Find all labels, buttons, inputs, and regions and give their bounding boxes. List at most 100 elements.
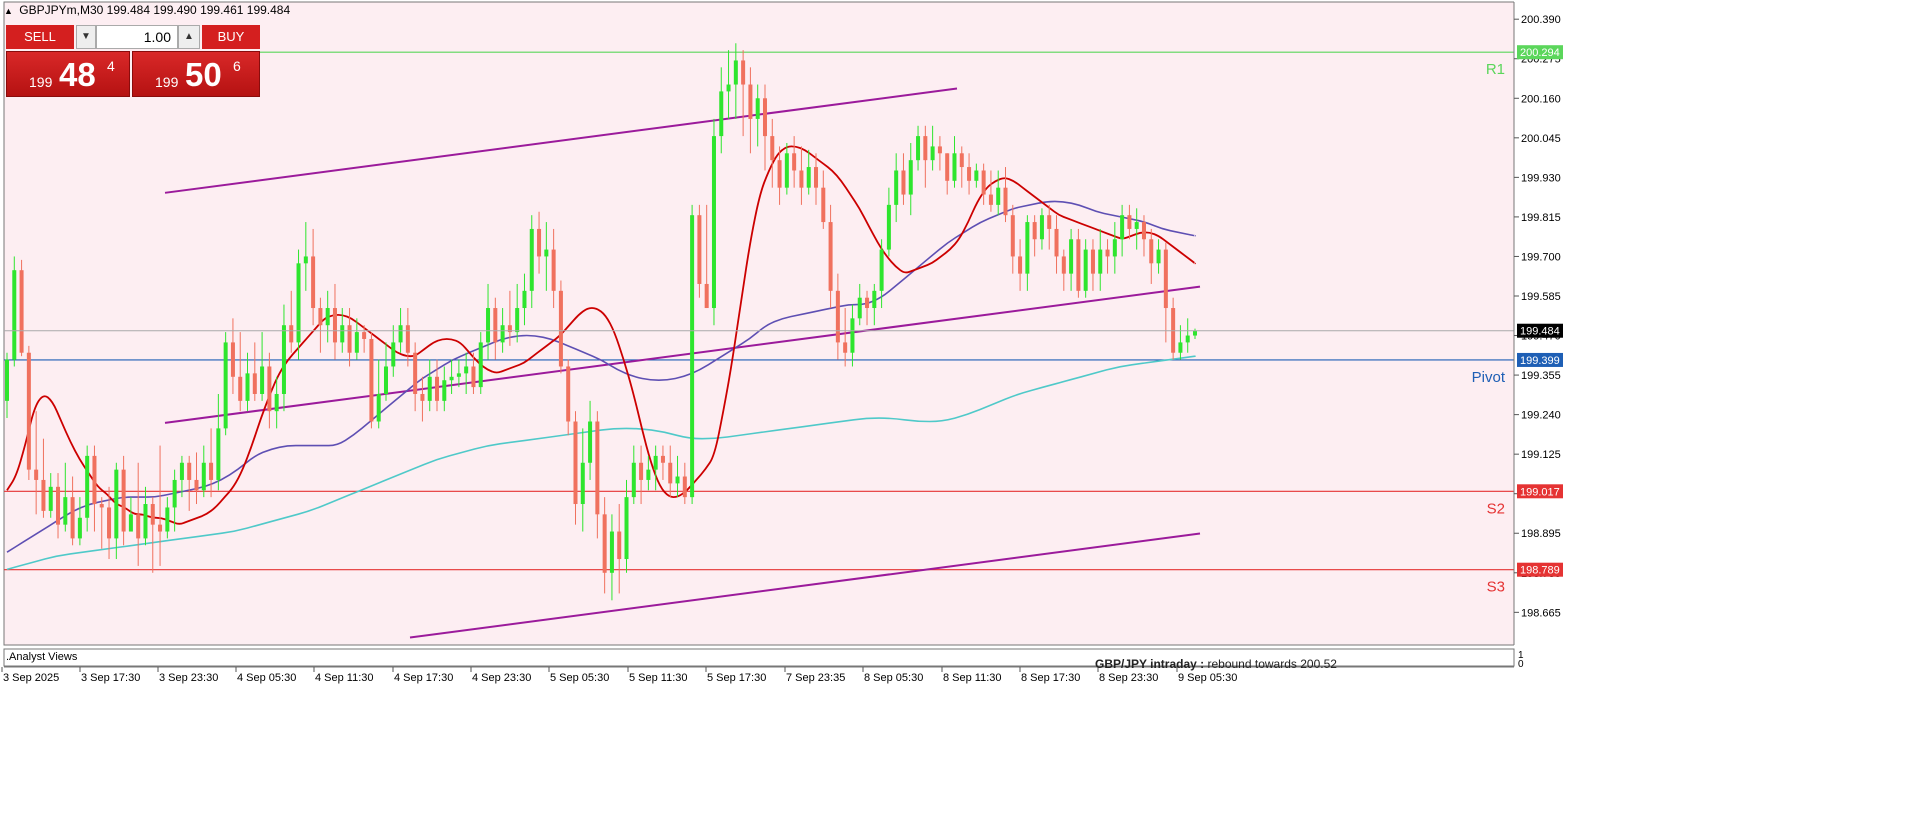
candle-body: [63, 497, 68, 525]
candle-body: [1010, 215, 1015, 257]
candle-body: [165, 507, 170, 532]
candle-body: [879, 249, 884, 291]
price-tick-label: 199.125: [1521, 449, 1561, 461]
candle-body: [85, 455, 90, 518]
candle-body: [1112, 239, 1117, 257]
candle-body: [799, 170, 804, 188]
candle-body: [1083, 249, 1088, 291]
price-tick-label: 199.930: [1521, 172, 1561, 184]
level-price-label: 199.399: [1520, 355, 1560, 367]
candle-body: [865, 297, 870, 309]
time-tick-label: 4 Sep 11:30: [315, 672, 374, 684]
candle-body: [1185, 335, 1190, 343]
lot-increase-icon[interactable]: ▲: [178, 25, 200, 49]
candle-body: [114, 469, 119, 539]
candle-body: [435, 376, 440, 401]
candle-body: [930, 146, 935, 161]
candle-body: [1047, 215, 1052, 229]
sell-price-pips: 48: [59, 56, 96, 93]
price-tick-label: 200.160: [1521, 93, 1561, 105]
level-name-r1: R1: [1486, 61, 1505, 78]
candle-body: [107, 507, 112, 539]
candle-body: [682, 476, 687, 498]
candle-body: [289, 325, 294, 343]
candle-body: [12, 270, 17, 360]
symbol-timeframe: GBPJPYm,M30: [19, 3, 104, 17]
price-axis: 200.390200.275200.160200.045199.930199.8…: [1513, 0, 1916, 840]
candle-body: [245, 373, 250, 401]
candle-body: [303, 256, 308, 264]
candle-body: [894, 170, 899, 205]
candle-body: [1192, 330, 1198, 336]
candle-body: [945, 153, 950, 181]
candle-body: [216, 428, 221, 480]
candle-body: [1141, 222, 1146, 240]
time-tick-label: 3 Sep 23:30: [159, 672, 218, 684]
candle-body: [784, 153, 789, 188]
candle-body: [179, 462, 184, 480]
candle-body: [369, 338, 374, 422]
candle-body: [1120, 215, 1125, 240]
candle-body: [1061, 256, 1066, 274]
collapse-triangle-icon[interactable]: ▲: [4, 6, 13, 16]
buy-price-fraction: 6: [233, 58, 241, 74]
price-chart[interactable]: R1PivotS2S3 200.390200.275200.160200.045…: [0, 0, 1916, 840]
candle-body: [486, 308, 491, 343]
candle-body: [4, 359, 10, 401]
candle-body: [1076, 239, 1081, 291]
candle-body: [631, 462, 636, 498]
candle-body: [77, 517, 82, 539]
candle-body: [544, 249, 549, 257]
candle-body: [748, 84, 753, 119]
candle-body: [464, 366, 469, 374]
candle-body: [850, 318, 855, 353]
sell-price-prefix: 199: [29, 74, 53, 90]
candle-body: [383, 366, 388, 394]
level-price-label: 200.294: [1520, 47, 1560, 59]
sell-price-button[interactable]: 199 48 4: [6, 51, 130, 97]
buy-price-pips: 50: [185, 56, 222, 93]
candle-body: [1105, 249, 1110, 257]
candle-body: [136, 514, 141, 539]
candle-body: [1134, 222, 1139, 229]
candle-body: [974, 170, 979, 181]
candle-body: [959, 153, 964, 168]
candle-body: [653, 455, 658, 470]
current-price-label: 199.484: [1520, 326, 1560, 338]
level-price-label: 198.789: [1520, 565, 1560, 577]
candle-body: [595, 421, 600, 515]
time-tick-label: 9 Sep 05:30: [1178, 672, 1237, 684]
price-tick-label: 200.045: [1521, 133, 1561, 145]
lot-size-input[interactable]: [96, 25, 178, 49]
candle-body: [770, 136, 775, 161]
candle-body: [209, 462, 214, 480]
candle-body: [158, 524, 163, 532]
candle-body: [639, 462, 644, 480]
candle-body: [719, 91, 724, 137]
candle-body: [857, 297, 862, 319]
time-tick-label: 5 Sep 11:30: [629, 672, 688, 684]
sell-button[interactable]: SELL: [6, 25, 74, 49]
candle-body: [172, 479, 177, 508]
buy-price-button[interactable]: 199 50 6: [132, 51, 260, 97]
level-name-pivot: Pivot: [1472, 369, 1506, 386]
candle-body: [311, 256, 316, 309]
lower-scale-bottom: 0: [1518, 659, 1524, 670]
candle-body: [624, 497, 629, 560]
candle-body: [580, 462, 585, 505]
lot-decrease-icon[interactable]: ▼: [76, 25, 96, 49]
candle-body: [413, 352, 418, 394]
candle-body: [150, 504, 155, 525]
candle-body: [668, 462, 673, 484]
candle-body: [442, 380, 447, 401]
candle-body: [238, 376, 243, 401]
time-tick-label: 8 Sep 05:30: [864, 672, 923, 684]
buy-button[interactable]: BUY: [202, 25, 260, 49]
candle-body: [551, 249, 556, 291]
time-tick-label: 5 Sep 17:30: [707, 672, 766, 684]
candle-body: [952, 153, 957, 181]
candle-body: [1018, 256, 1023, 274]
price-tick-label: 199.815: [1521, 212, 1561, 224]
candle-body: [252, 373, 257, 394]
candle-body: [318, 308, 323, 326]
